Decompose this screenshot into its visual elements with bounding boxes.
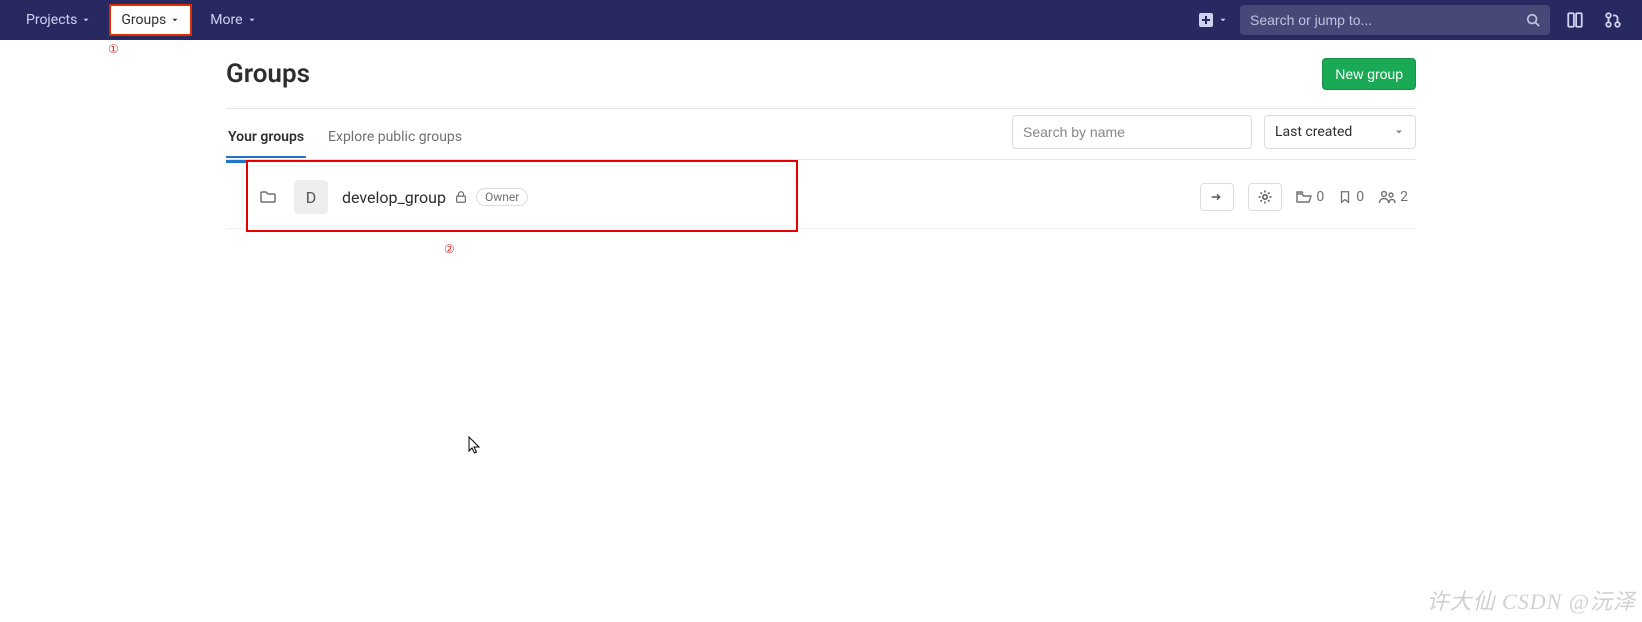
annotation-1: ① <box>108 42 119 56</box>
stat-members: 2 <box>1378 189 1408 205</box>
page-header: Groups New group <box>226 58 1416 90</box>
bookmark-icon <box>1338 189 1352 205</box>
nav-projects[interactable]: Projects <box>16 6 101 34</box>
tab-your-groups[interactable]: Your groups <box>226 117 306 157</box>
annotation-2: ② <box>444 242 455 256</box>
chevron-down-icon <box>1218 15 1228 25</box>
lock-icon <box>454 190 468 204</box>
stat-projects-value: 0 <box>1356 189 1364 205</box>
nav-groups-label: Groups <box>121 12 166 28</box>
stat-members-value: 2 <box>1400 189 1408 205</box>
stat-projects: 0 <box>1338 189 1364 205</box>
group-name[interactable]: develop_group <box>342 188 446 207</box>
group-list: D develop_group Owner <box>226 160 1416 229</box>
main-area: Groups New group Your groups Explore pub… <box>226 40 1416 229</box>
stat-subgroups-value: 0 <box>1316 189 1324 205</box>
nav-more[interactable]: More <box>200 6 266 34</box>
sort-selected-label: Last created <box>1275 124 1352 140</box>
stat-subgroups: 0 <box>1296 189 1324 205</box>
edit-group-button[interactable] <box>1248 183 1282 211</box>
folder-open-icon <box>1296 189 1312 205</box>
chevron-down-icon <box>1393 126 1405 138</box>
issues-icon[interactable] <box>1562 7 1588 33</box>
nav-right <box>1198 5 1626 35</box>
role-badge: Owner <box>476 188 528 206</box>
leave-group-button[interactable] <box>1200 183 1234 211</box>
chevron-down-icon <box>81 15 91 25</box>
nav-projects-label: Projects <box>26 12 77 28</box>
folder-icon <box>260 189 276 205</box>
sort-dropdown[interactable]: Last created <box>1264 115 1416 149</box>
nav-left: Projects Groups More <box>16 6 267 34</box>
tabs: Your groups Explore public groups <box>226 117 464 157</box>
cursor-icon <box>468 436 482 456</box>
watermark: 许大仙 CSDN @沅泽 <box>1427 584 1636 616</box>
nav-groups[interactable]: Groups <box>109 4 192 36</box>
new-menu-button[interactable] <box>1198 12 1228 28</box>
search-by-name-input[interactable] <box>1012 115 1252 149</box>
tab-explore-public-groups[interactable]: Explore public groups <box>326 117 464 157</box>
chevron-down-icon <box>247 15 257 25</box>
leave-icon <box>1209 190 1225 204</box>
group-row[interactable]: D develop_group Owner <box>226 166 1416 229</box>
chevron-down-icon <box>170 15 180 25</box>
gear-icon <box>1257 189 1273 205</box>
search-input[interactable] <box>1250 12 1526 28</box>
top-navbar: Projects Groups More <box>0 0 1642 40</box>
search-icon <box>1526 13 1540 27</box>
group-avatar: D <box>294 180 328 214</box>
nav-more-label: More <box>210 12 242 28</box>
members-icon <box>1378 189 1396 205</box>
row-actions: 0 0 2 <box>1200 183 1408 211</box>
filter-controls: Last created <box>1012 115 1416 159</box>
global-search[interactable] <box>1240 5 1550 35</box>
page-title: Groups <box>226 59 310 89</box>
active-tab-underline-extension <box>226 160 246 163</box>
merge-requests-icon[interactable] <box>1600 7 1626 33</box>
tab-your-groups-label: Your groups <box>228 129 304 145</box>
plus-icon <box>1198 12 1214 28</box>
group-stats: 0 0 2 <box>1296 189 1408 205</box>
tab-explore-label: Explore public groups <box>328 129 462 145</box>
new-group-button[interactable]: New group <box>1322 58 1416 90</box>
tabs-row: Your groups Explore public groups Last c… <box>226 109 1416 160</box>
